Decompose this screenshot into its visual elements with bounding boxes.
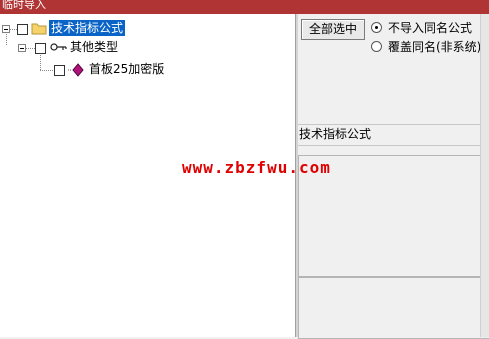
tree-connector <box>6 34 7 45</box>
diamond-icon <box>68 63 84 77</box>
separator <box>298 145 480 146</box>
separator <box>298 124 480 125</box>
child-checkbox[interactable] <box>35 43 46 54</box>
folder-icon <box>31 23 47 35</box>
radio-skip-same-name[interactable] <box>371 22 382 33</box>
collapse-child-icon[interactable] <box>18 44 26 52</box>
leaf-checkbox[interactable] <box>54 65 65 76</box>
notes-box[interactable] <box>298 277 489 339</box>
watermark: www.zbzfwu.com <box>182 158 331 177</box>
radio-skip-same-name-label: 不导入同名公式 <box>388 21 473 35</box>
radio-overwrite-same-name-label: 覆盖同名(非系统) <box>388 40 482 54</box>
formula-name-label: 技术指标公式 <box>299 127 372 141</box>
select-all-button[interactable]: 全部选中 <box>301 19 365 40</box>
radio-overwrite-same-name[interactable] <box>371 41 382 52</box>
scrollbar[interactable] <box>480 14 489 337</box>
tree-connector <box>40 70 53 71</box>
key-icon <box>50 43 67 51</box>
title-bar: 临时导入 <box>0 0 489 14</box>
collapse-root-icon[interactable] <box>2 25 10 33</box>
tree-root-label[interactable]: 技术指标公式 <box>49 20 126 36</box>
tree-leaf-label[interactable]: 首板25加密版 <box>89 61 164 77</box>
tree-child-label[interactable]: 其他类型 <box>70 39 118 55</box>
root-checkbox[interactable] <box>17 24 28 35</box>
tree-connector <box>10 29 17 30</box>
tree-connector <box>40 55 41 70</box>
window-title: 临时导入 <box>2 0 46 11</box>
tree-connector <box>26 48 35 49</box>
